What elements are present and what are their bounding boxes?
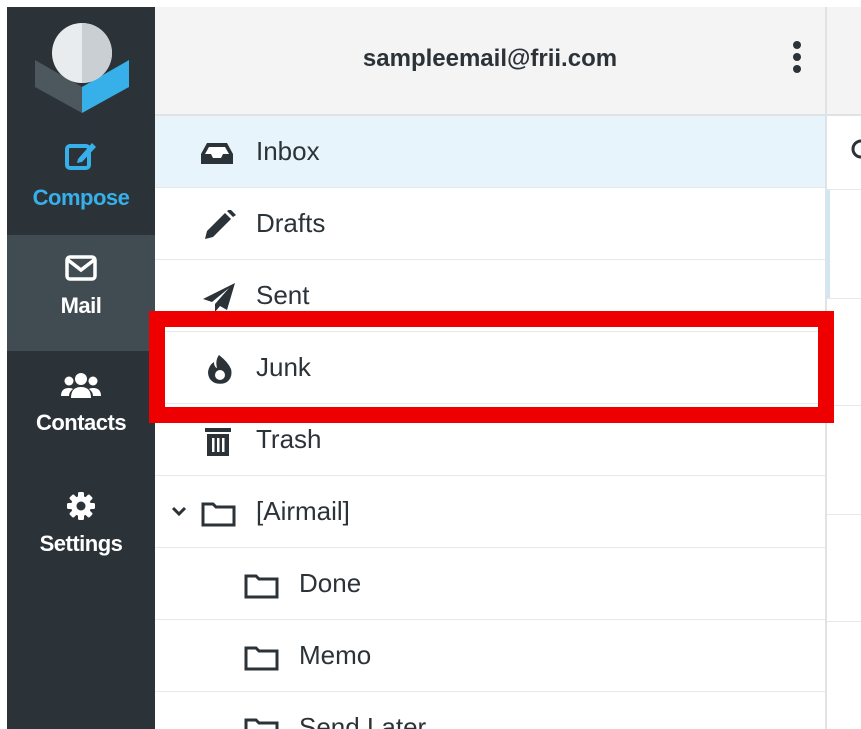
folder-icon: [201, 502, 236, 527]
folder-name: Done: [299, 568, 362, 598]
nav-compose[interactable]: Compose: [7, 127, 155, 237]
folder-memo[interactable]: Memo: [155, 620, 825, 692]
nav-compose-label: Compose: [32, 185, 130, 210]
folder-name: Inbox: [256, 136, 320, 166]
nav-mail[interactable]: Mail: [7, 235, 155, 351]
folder-send-later[interactable]: Send Later: [155, 692, 825, 729]
pencil-icon: [205, 210, 236, 239]
folder-name: Send Later: [299, 712, 427, 729]
message-list-header: [827, 7, 861, 116]
inbox-icon: [201, 143, 233, 164]
trash-icon: [205, 428, 231, 456]
app-nav: Compose Mail Contacts Settings: [7, 7, 155, 729]
nav-settings-label: Settings: [39, 531, 123, 556]
folder-name: Trash: [256, 424, 322, 454]
folder-name: Drafts: [256, 208, 326, 238]
users-icon: [61, 373, 101, 398]
folder-drafts[interactable]: Drafts: [155, 188, 825, 260]
folder-list-header: sampleemail@frii.com: [155, 7, 825, 116]
nav-settings[interactable]: Settings: [7, 467, 155, 583]
kebab-menu-icon[interactable]: [791, 41, 803, 81]
folder-icon: [244, 646, 279, 671]
folder-inbox[interactable]: Inbox: [155, 116, 825, 188]
gear-icon: [67, 492, 95, 520]
folder-junk[interactable]: Junk: [155, 332, 825, 404]
chevron-down-icon[interactable]: [171, 504, 187, 518]
account-name: sampleemail@frii.com: [362, 45, 618, 72]
folder-icon: [244, 718, 279, 729]
folder-icon: [244, 574, 279, 599]
search-icon[interactable]: [849, 137, 861, 163]
nav-contacts[interactable]: Contacts: [7, 352, 155, 468]
folder-sent[interactable]: Sent: [155, 260, 825, 332]
envelope-icon: [65, 255, 97, 281]
compose-icon: [65, 143, 96, 170]
paper-plane-icon: [203, 283, 235, 312]
folder-name: Junk: [256, 352, 311, 382]
nav-mail-label: Mail: [60, 293, 102, 318]
folder-list-panel: sampleemail@frii.com Inbox Drafts Sent J…: [155, 7, 825, 729]
folder-done[interactable]: Done: [155, 548, 825, 620]
message-list-pane: [825, 7, 861, 729]
folder-airmail[interactable]: [Airmail]: [155, 476, 825, 548]
folder-trash[interactable]: Trash: [155, 404, 825, 476]
folder-name: [Airmail]: [256, 496, 350, 526]
roundcube-logo: [35, 23, 129, 113]
folder-name: Sent: [256, 280, 310, 310]
nav-contacts-label: Contacts: [35, 410, 127, 435]
fire-icon: [208, 355, 232, 384]
folder-name: Memo: [299, 640, 372, 670]
selected-message-indicator: [827, 190, 830, 298]
